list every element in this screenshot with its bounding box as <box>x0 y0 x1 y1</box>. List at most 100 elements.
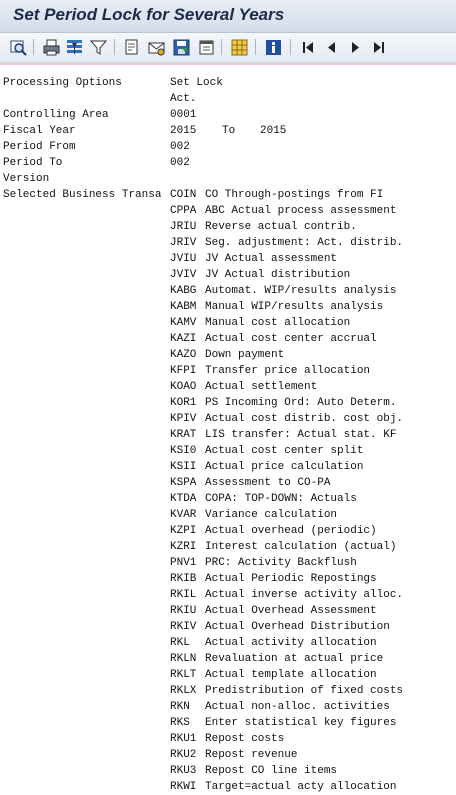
transaction-code: RKIV <box>170 621 197 633</box>
business-transactions-label: Selected Business Transa <box>3 189 162 201</box>
transaction-description: Assessment to CO-PA <box>205 477 331 489</box>
transaction-code: RKWI <box>170 781 197 793</box>
transaction-row: CPPA ABC Actual process assessment <box>3 203 456 219</box>
toolbar-separator <box>255 39 256 55</box>
transaction-code: KAZI <box>170 333 197 345</box>
title-bar: Set Period Lock for Several Years <box>0 0 456 33</box>
transaction-description: ABC Actual process assessment <box>205 205 397 217</box>
transaction-code: KPIV <box>170 413 197 425</box>
transaction-code: KAMV <box>170 317 197 329</box>
transaction-row: PNV1 PRC: Activity Backflush <box>3 555 456 571</box>
transaction-description: Enter statistical key figures <box>205 717 397 729</box>
transaction-row: KSI0 Actual cost center split <box>3 443 456 459</box>
transaction-description: Revaluation at actual price <box>205 653 384 665</box>
toolbar-separator <box>33 39 34 55</box>
transaction-description: Actual cost center split <box>205 445 364 457</box>
transaction-code: KTDA <box>170 493 197 505</box>
transaction-description: Repost CO line items <box>205 765 338 777</box>
transaction-row: KSPA Assessment to CO-PA <box>3 475 456 491</box>
transaction-row: KABM Manual WIP/results analysis <box>3 299 456 315</box>
transaction-row: RKU1 Repost costs <box>3 731 456 747</box>
export-icon[interactable] <box>122 38 140 56</box>
business-transactions-list: Selected Business Transa COIN CO Through-p… <box>3 187 456 795</box>
transaction-row: RKIV Actual Overhead Distribution <box>3 619 456 635</box>
transaction-code: KSII <box>170 461 197 473</box>
filter-icon[interactable] <box>65 38 83 56</box>
transaction-code: RKLT <box>170 669 197 681</box>
transaction-description: Actual settlement <box>205 381 318 393</box>
transaction-code: KFPI <box>170 365 197 377</box>
transaction-code: KABG <box>170 285 197 297</box>
transaction-row: JVIU JV Actual assessment <box>3 251 456 267</box>
transaction-description: Variance calculation <box>205 509 338 521</box>
transaction-description: Actual overhead (periodic) <box>205 525 377 537</box>
info-icon[interactable] <box>264 38 282 56</box>
last-page-icon[interactable] <box>369 38 387 56</box>
transaction-row: KFPI Transfer price allocation <box>3 363 456 379</box>
transaction-row: RKN Actual non-alloc. activities <box>3 699 456 715</box>
next-page-icon[interactable] <box>346 38 364 56</box>
transaction-description: Actual price calculation <box>205 461 364 473</box>
transaction-code: RKU3 <box>170 765 197 777</box>
transaction-description: Manual cost allocation <box>205 317 351 329</box>
transaction-row: KPIV Actual cost distrib. cost obj. <box>3 411 456 427</box>
transaction-description: Manual WIP/results analysis <box>205 301 384 313</box>
transaction-description: Actual Overhead Distribution <box>205 621 390 633</box>
transaction-code: JRIV <box>170 237 197 249</box>
transaction-description: Transfer price allocation <box>205 365 371 377</box>
first-page-icon[interactable] <box>299 38 317 56</box>
period-from-row: Period From 002 <box>3 139 456 155</box>
processing-options-label: Processing Options <box>3 77 122 89</box>
mail-icon[interactable] <box>147 38 165 56</box>
transaction-row: JRIV Seg. adjustment: Act. distrib. <box>3 235 456 251</box>
transaction-code: KSI0 <box>170 445 197 457</box>
details-icon[interactable] <box>9 38 27 56</box>
toolbar-separator <box>114 39 115 55</box>
header-divider <box>0 63 456 65</box>
transaction-row: KZRI Interest calculation (actual) <box>3 539 456 555</box>
transaction-row: KRAT LIS transfer: Actual stat. KF <box>3 427 456 443</box>
transaction-description: Reverse actual contrib. <box>205 221 357 233</box>
filter-clear-icon[interactable] <box>89 38 107 56</box>
transaction-description: COPA: TOP-DOWN: Actuals <box>205 493 357 505</box>
toolbar-separator <box>290 39 291 55</box>
transaction-description: Down payment <box>205 349 285 361</box>
period-to-row: Period To 002 <box>3 155 456 171</box>
controlling-area-row: Controlling Area 0001 <box>3 107 456 123</box>
version-label: Version <box>3 173 50 185</box>
transaction-row: RKL Actual activity allocation <box>3 635 456 651</box>
local-file-icon[interactable] <box>197 38 215 56</box>
transaction-row: RKU3 Repost CO line items <box>3 763 456 779</box>
transaction-description: JV Actual distribution <box>205 269 351 281</box>
transaction-row: RKS Enter statistical key figures <box>3 715 456 731</box>
report-list: Processing Options Set Lock Act. Control… <box>3 75 456 793</box>
transaction-row: Selected Business Transa COIN CO Through-p… <box>3 187 456 203</box>
transaction-row: KOAO Actual settlement <box>3 379 456 395</box>
transaction-code: PNV1 <box>170 557 197 569</box>
version-row: Version <box>3 171 456 187</box>
processing-options-value: Set Lock <box>170 77 223 89</box>
transaction-row: KZPI Actual overhead (periodic) <box>3 523 456 539</box>
transaction-row: JVIV JV Actual distribution <box>3 267 456 283</box>
toolbar-separator <box>221 39 222 55</box>
previous-page-icon[interactable] <box>322 38 340 56</box>
transaction-code: RKIB <box>170 573 197 585</box>
transaction-row: KAZI Actual cost center accrual <box>3 331 456 347</box>
print-icon[interactable] <box>42 38 60 56</box>
transaction-row: KVAR Variance calculation <box>3 507 456 523</box>
transaction-code: JVIU <box>170 253 197 265</box>
layout-icon[interactable] <box>230 38 248 56</box>
transaction-description: PS Incoming Ord: Auto Determ. <box>205 397 397 409</box>
transaction-code: JVIV <box>170 269 197 281</box>
controlling-area-label: Controlling Area <box>3 109 109 121</box>
transaction-description: Actual Overhead Assessment <box>205 605 377 617</box>
transaction-description: LIS transfer: Actual stat. KF <box>205 429 397 441</box>
transaction-description: Automat. WIP/results analysis <box>205 285 397 297</box>
transaction-description: Interest calculation (actual) <box>205 541 397 553</box>
processing-options-value-2: Act. <box>170 93 197 105</box>
period-from-label: Period From <box>3 141 76 153</box>
transaction-code: KOAO <box>170 381 197 393</box>
period-from-value: 002 <box>170 141 190 153</box>
save-icon[interactable] <box>172 38 190 56</box>
transaction-row: RKWI Target=actual acty allocation <box>3 779 456 795</box>
